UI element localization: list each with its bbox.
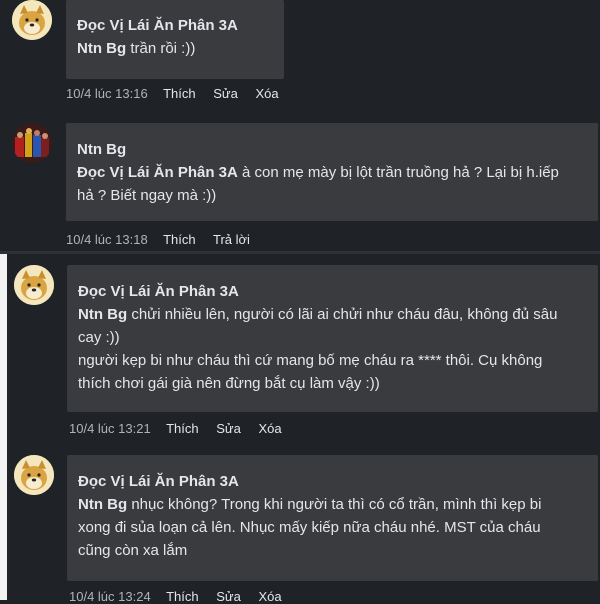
delete-button[interactable]: Xóa — [258, 421, 281, 436]
comment-meta: 10/4 lúc 13:24 Thích Sửa Xóa — [69, 589, 296, 604]
edit-button[interactable]: Sửa — [216, 421, 241, 436]
comment-author[interactable]: Ntn Bg — [77, 138, 559, 161]
comment-timestamp[interactable]: 10/4 lúc 13:21 — [69, 421, 151, 436]
comment-author[interactable]: Đọc Vị Lái Ăn Phân 3A — [78, 470, 541, 493]
superhero-avatar-icon[interactable] — [12, 123, 52, 163]
edit-button[interactable]: Sửa — [213, 86, 238, 101]
comment-mention[interactable]: Ntn Bg — [78, 496, 127, 513]
doge-avatar-icon[interactable] — [14, 265, 54, 305]
delete-button[interactable]: Xóa — [258, 589, 281, 604]
comment-bubble: Đọc Vị Lái Ăn Phân 3A Ntn Bg nhục không?… — [67, 455, 598, 581]
comment-timestamp[interactable]: 10/4 lúc 13:24 — [69, 589, 151, 604]
like-button[interactable]: Thích — [166, 589, 199, 604]
comment-author[interactable]: Đọc Vị Lái Ăn Phân 3A — [77, 14, 238, 37]
like-button[interactable]: Thích — [163, 232, 196, 247]
comment-text: hả ? Biết ngay mà :)) — [77, 187, 217, 204]
doge-avatar-icon[interactable] — [12, 0, 52, 40]
comment-meta: 10/4 lúc 13:21 Thích Sửa Xóa — [69, 421, 296, 436]
comment-bubble: Ntn Bg Đọc Vị Lái Ăn Phân 3A à con mẹ mà… — [66, 123, 598, 221]
edit-button[interactable]: Sửa — [216, 589, 241, 604]
comment-mention[interactable]: Ntn Bg — [78, 306, 127, 323]
comment-mention[interactable]: Ntn Bg — [77, 40, 126, 57]
reply-button[interactable]: Trả lời — [213, 232, 250, 247]
comment-author[interactable]: Đọc Vị Lái Ăn Phân 3A — [78, 280, 557, 303]
comment-text: trần rồi :)) — [126, 40, 196, 57]
comment-meta: 10/4 lúc 13:18 Thích Trả lời — [66, 232, 264, 247]
comment-text: cay :)) — [78, 329, 120, 346]
comment-meta: 10/4 lúc 13:16 Thích Sửa Xóa — [66, 86, 293, 101]
comment-bubble: Đọc Vị Lái Ăn Phân 3A Ntn Bg trần rồi :)… — [66, 0, 284, 79]
like-button[interactable]: Thích — [163, 86, 196, 101]
comment-text: à con mẹ mày bị lột trần truồng hả ? Lại… — [237, 164, 559, 181]
like-button[interactable]: Thích — [166, 421, 199, 436]
screenshot-edge-strip — [0, 254, 7, 600]
comment-text: xong đi sủa loạn cả lên. Nhục mấy kiếp n… — [78, 519, 541, 536]
screenshot-seam — [0, 251, 600, 254]
comment-text: cũng còn xa lắm — [78, 542, 188, 559]
comment-mention[interactable]: Đọc Vị Lái Ăn Phân 3A — [77, 164, 238, 181]
delete-button[interactable]: Xóa — [255, 86, 278, 101]
doge-avatar-icon[interactable] — [14, 455, 54, 495]
comment-text: chửi nhiều lên, người có lãi ai chửi như… — [127, 306, 558, 323]
comment-timestamp[interactable]: 10/4 lúc 13:16 — [66, 86, 148, 101]
comment-text: nhục không? Trong khi người ta thì có cổ… — [127, 496, 542, 513]
comment-text: người kẹp bi như cháu thì cứ mang bố mẹ … — [78, 352, 543, 369]
comment-timestamp[interactable]: 10/4 lúc 13:18 — [66, 232, 148, 247]
comment-bubble: Đọc Vị Lái Ăn Phân 3A Ntn Bg chửi nhiều … — [67, 265, 598, 412]
comment-text: thích chơi gái già nên đừng bắt cụ làm v… — [78, 375, 380, 392]
